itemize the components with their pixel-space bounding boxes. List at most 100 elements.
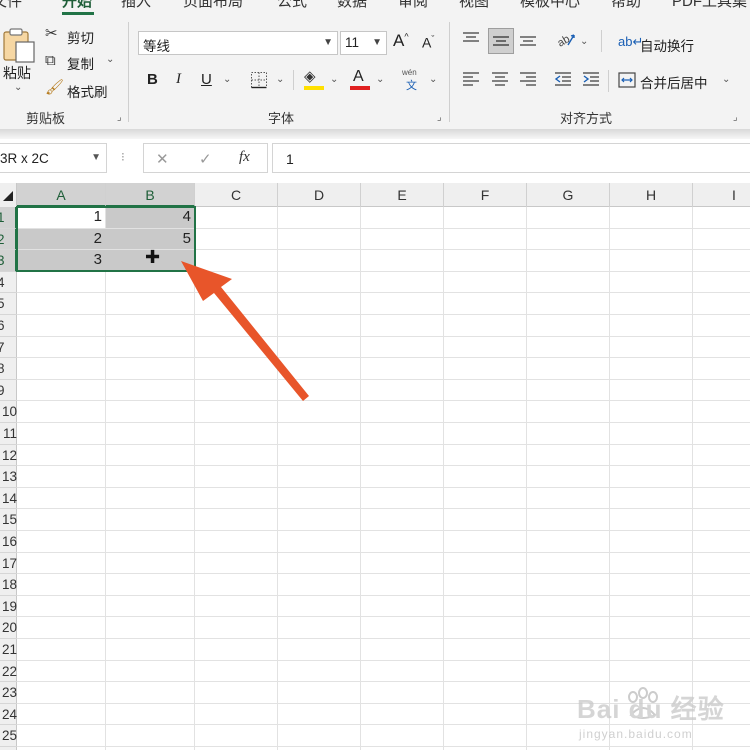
- gridline: [17, 530, 750, 531]
- font-launcher-icon[interactable]: ⌟: [437, 113, 447, 123]
- shrink-font-button[interactable]: Aˇ: [422, 34, 434, 51]
- tab-page-layout[interactable]: 页面布局: [183, 0, 243, 11]
- increase-indent-button[interactable]: [582, 70, 604, 92]
- tab-pdf-tools[interactable]: PDF工具集: [672, 0, 747, 11]
- tab-template-center[interactable]: 模板中心: [520, 0, 580, 11]
- row-header-22[interactable]: 22: [0, 661, 17, 683]
- row-header-25[interactable]: 25: [0, 725, 17, 747]
- decrease-indent-button[interactable]: [554, 70, 576, 92]
- row-header-6[interactable]: 6: [0, 315, 17, 337]
- alignment-launcher-icon[interactable]: ⌟: [733, 113, 743, 123]
- tab-data[interactable]: 数据: [337, 0, 367, 11]
- font-name-combo[interactable]: 等线 ▼: [138, 31, 338, 55]
- column-header-h[interactable]: H: [610, 183, 693, 207]
- row-header-23[interactable]: 23: [0, 682, 17, 704]
- tab-home[interactable]: 开始: [62, 0, 92, 11]
- cancel-icon[interactable]: ✕: [156, 150, 169, 168]
- orientation-button[interactable]: ab: [555, 30, 578, 52]
- align-middle-button[interactable]: [488, 28, 514, 54]
- underline-button[interactable]: U: [201, 71, 212, 88]
- orientation-dropdown-icon[interactable]: ⌄: [580, 36, 588, 47]
- svg-text:ab: ab: [556, 33, 572, 48]
- select-all-button[interactable]: [0, 183, 17, 207]
- row-header-9[interactable]: 9: [0, 380, 17, 402]
- tab-formulas[interactable]: 公式: [277, 0, 307, 11]
- row-header-21[interactable]: 21: [0, 639, 17, 661]
- copy-dropdown-icon[interactable]: ⌄: [106, 54, 114, 65]
- row-header-14[interactable]: 14: [0, 488, 17, 510]
- grow-font-button[interactable]: A^: [393, 31, 409, 51]
- cut-button[interactable]: 剪切: [67, 27, 94, 47]
- tab-review[interactable]: 审阅: [398, 0, 428, 11]
- row-header-8[interactable]: 8: [0, 358, 17, 380]
- row-header-7[interactable]: 7: [0, 337, 17, 359]
- format-painter-button[interactable]: 格式刷: [67, 81, 108, 101]
- row-header-16[interactable]: 16: [0, 531, 17, 553]
- align-top-button[interactable]: [462, 30, 484, 52]
- ribbon-separator: [449, 22, 450, 122]
- column-header-b[interactable]: B: [106, 183, 195, 207]
- shrink-font-icon: A: [422, 34, 432, 51]
- borders-button[interactable]: [250, 71, 272, 91]
- italic-button[interactable]: I: [176, 71, 181, 88]
- column-header-g[interactable]: G: [527, 183, 610, 207]
- row-header-12[interactable]: 12: [0, 445, 17, 467]
- align-center-button[interactable]: [491, 70, 513, 92]
- font-color-dropdown-icon[interactable]: ⌄: [376, 74, 384, 85]
- row-header-4[interactable]: 4: [0, 272, 17, 294]
- align-right-button[interactable]: [519, 70, 541, 92]
- bold-button[interactable]: B: [147, 71, 158, 88]
- enter-icon[interactable]: ✓: [199, 150, 212, 168]
- font-color-button[interactable]: A: [349, 68, 371, 92]
- cell-area[interactable]: 1 2 3 4 5 ✚: [16, 206, 750, 750]
- column-header-i[interactable]: I: [693, 183, 750, 207]
- row-header-17[interactable]: 17: [0, 553, 17, 575]
- wrap-text-button[interactable]: 自动换行: [640, 35, 694, 55]
- row-header-1[interactable]: 1: [0, 207, 17, 229]
- row-header-20[interactable]: 20: [0, 617, 17, 639]
- row-header-2[interactable]: 2: [0, 228, 17, 251]
- tab-insert[interactable]: 插入: [121, 0, 151, 11]
- name-box-value: 3R x 2C: [0, 151, 49, 166]
- font-size-value: 11: [345, 35, 360, 50]
- paste-button[interactable]: 粘贴 ⌄: [0, 22, 38, 98]
- row-header-5[interactable]: 5: [0, 293, 17, 315]
- align-bottom-button[interactable]: [519, 30, 541, 52]
- borders-dropdown-icon[interactable]: ⌄: [276, 74, 284, 85]
- row-header-24[interactable]: 24: [0, 704, 17, 726]
- column-header-d[interactable]: D: [278, 183, 361, 207]
- paste-dropdown-icon[interactable]: ⌄: [14, 82, 22, 93]
- formula-input[interactable]: 1: [272, 143, 750, 173]
- scissors-icon: ✂: [45, 25, 58, 42]
- column-header-f[interactable]: F: [444, 183, 527, 207]
- row-header-11[interactable]: 11: [0, 423, 17, 445]
- row-header-18[interactable]: 18: [0, 574, 17, 596]
- copy-button[interactable]: 复制: [67, 53, 94, 73]
- phonetic-dropdown-icon[interactable]: ⌄: [429, 74, 437, 85]
- drag-handle-icon[interactable]: ⁝: [121, 150, 125, 164]
- insert-function-icon[interactable]: fx: [239, 149, 250, 166]
- column-header-c[interactable]: C: [195, 183, 278, 207]
- tab-help[interactable]: 帮助: [611, 0, 641, 11]
- row-header-15[interactable]: 15: [0, 509, 17, 531]
- underline-dropdown-icon[interactable]: ⌄: [223, 74, 231, 85]
- tab-file[interactable]: 文件: [0, 0, 22, 11]
- merge-dropdown-icon[interactable]: ⌄: [722, 74, 730, 85]
- clipboard-launcher-icon[interactable]: ⌟: [117, 113, 127, 123]
- name-box[interactable]: 3R x 2C ▼: [0, 143, 107, 173]
- merge-center-button[interactable]: 合并后居中: [640, 72, 708, 92]
- fill-color-dropdown-icon[interactable]: ⌄: [330, 74, 338, 85]
- gridline: [277, 207, 278, 750]
- column-header-a[interactable]: A: [17, 183, 106, 207]
- fill-handle[interactable]: [192, 267, 198, 274]
- phonetic-button[interactable]: wén 文: [401, 68, 425, 94]
- fill-color-button[interactable]: ◈: [303, 68, 325, 92]
- row-header-19[interactable]: 19: [0, 596, 17, 618]
- align-left-button[interactable]: [462, 70, 484, 92]
- tab-view[interactable]: 视图: [459, 0, 489, 11]
- row-header-10[interactable]: 10: [0, 401, 17, 423]
- font-size-combo[interactable]: 11 ▼: [340, 31, 387, 55]
- row-header-13[interactable]: 13: [0, 466, 17, 488]
- row-header-3[interactable]: 3: [0, 250, 17, 272]
- column-header-e[interactable]: E: [361, 183, 444, 207]
